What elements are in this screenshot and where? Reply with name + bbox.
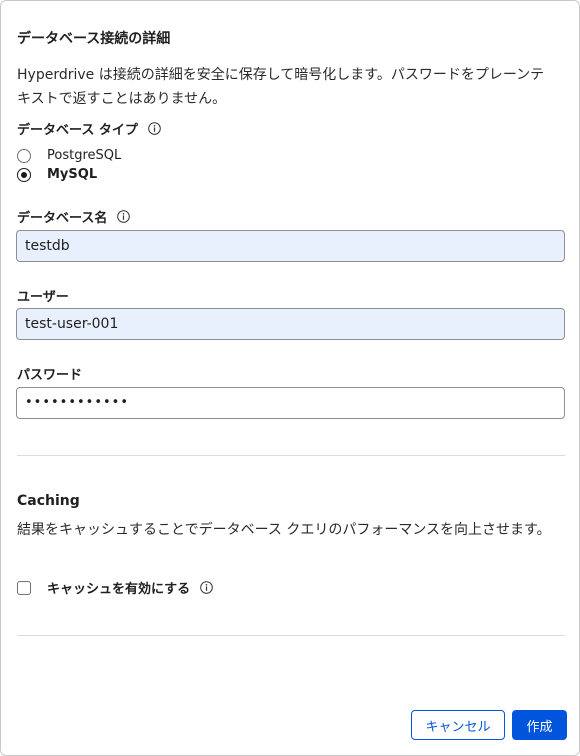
section-title-caching: Caching [17,493,80,509]
info-icon[interactable] [200,581,213,594]
connection-description: Hyperdrive は接続の詳細を安全に保存して暗号化します。パスワードをプレ… [17,67,545,107]
radio-option-mysql[interactable]: MySQL [17,167,97,182]
caching-description: 結果をキャッシュすることでデータベース クエリのパフォーマンスを向上させます。 [17,522,551,538]
db-name-label-row: データベース名 [17,207,131,226]
db-type-label: データベース タイプ [17,123,138,138]
radio-option-postgresql[interactable]: PostgreSQL [17,148,121,163]
enable-cache-checkbox[interactable] [17,580,31,595]
info-icon[interactable] [148,122,161,135]
db-name-label: データベース名 [17,211,108,226]
db-type-label-row: データベース タイプ [17,119,161,138]
radio-postgresql[interactable] [17,148,31,163]
enable-cache-label: キャッシュを有効にする [47,582,191,597]
info-icon[interactable] [117,210,131,223]
divider [17,455,565,456]
divider [17,635,565,636]
connection-panel: データベース接続の詳細 Hyperdrive は接続の詳細を安全に保存して暗号化… [0,0,580,756]
create-button[interactable]: 作成 [512,710,567,740]
enable-cache-row[interactable]: キャッシュを有効にする [17,578,213,597]
radio-label-mysql: MySQL [47,167,98,182]
db-name-input[interactable]: testdb [16,230,565,262]
user-input[interactable]: test-user-001 [16,308,565,340]
password-label: パスワード [17,368,83,383]
radio-mysql[interactable] [17,167,31,182]
password-input[interactable]: •••••••••••• [16,387,565,419]
cancel-button[interactable]: キャンセル [411,710,505,740]
user-label: ユーザー [17,290,69,305]
section-title-connection: データベース接続の詳細 [17,31,171,47]
radio-label-postgresql: PostgreSQL [47,148,122,163]
